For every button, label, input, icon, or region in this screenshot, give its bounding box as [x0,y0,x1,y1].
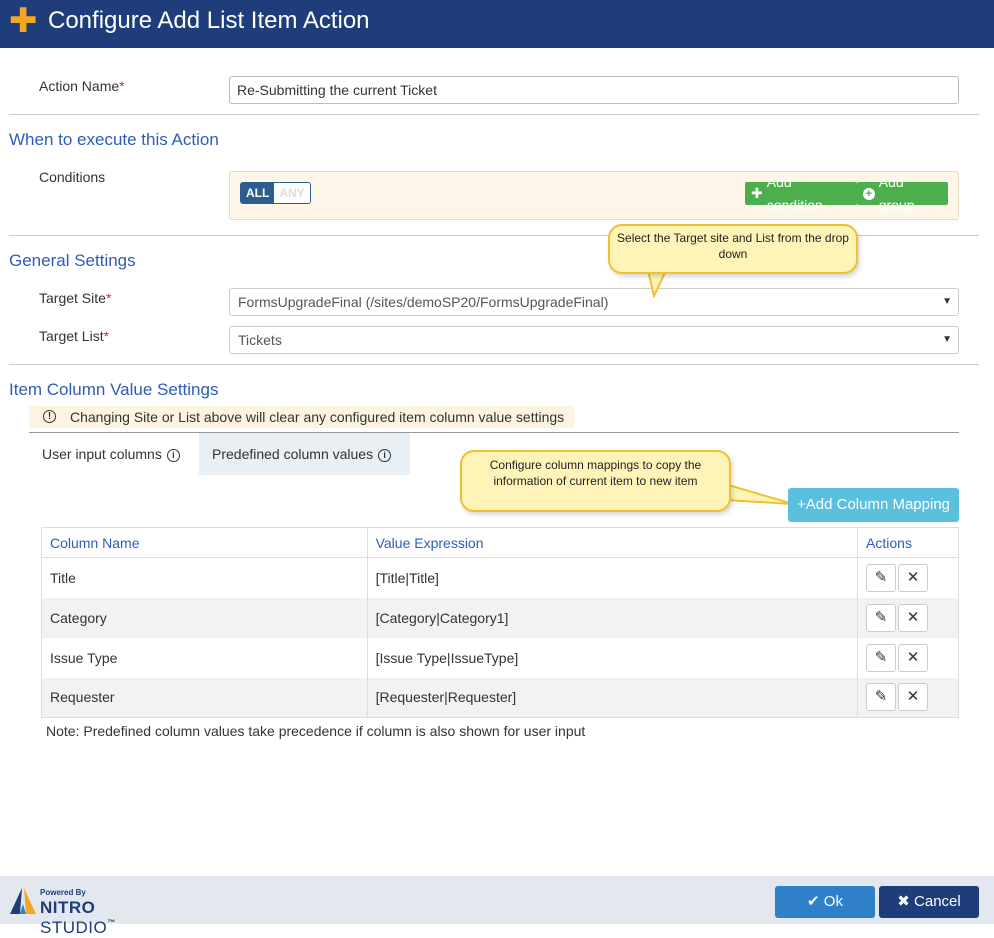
conditions-label: Conditions [39,169,106,185]
delete-x-icon[interactable]: ✕ [898,563,929,592]
column-name-cell: Requester [41,677,368,718]
toggle-any[interactable]: ANY [274,183,310,203]
column-header: Column Name [41,527,368,558]
value-expression-cell: [Issue Type|IssueType] [366,637,859,678]
plus-circle-icon: + [863,187,875,200]
value-expression-cell: [Requester|Requester] [366,677,859,718]
tab-predefined-column-values[interactable]: Predefined column values i [199,433,410,475]
nitro-studio-logo: Powered By NITRO STUDIO™ [8,886,168,937]
divider [9,114,979,115]
exclamation-circle-icon: ! [43,410,56,423]
column-header: Actions [857,527,959,558]
plus-icon: + [796,496,806,513]
divider [9,364,979,365]
table-row: Requester [Requester|Requester] ✎ ✕ [41,677,959,718]
add-group-button[interactable]: + Add group [857,174,948,213]
edit-pencil-icon[interactable]: ✎ [866,683,897,712]
item-section-title: Item Column Value Settings [9,380,219,399]
info-icon: i [378,449,392,462]
value-expression-cell: [Category|Category1] [366,597,859,638]
precedence-note: Note: Predefined column values take prec… [46,723,586,739]
column-name-cell: Category [41,597,368,638]
target-site-label: Target Site* [39,290,112,306]
edit-pencil-icon[interactable]: ✎ [866,563,897,592]
actions-cell: ✎ ✕ [857,597,959,638]
column-name-cell: Issue Type [41,637,368,678]
tab-user-input-columns[interactable]: User input columns i [42,433,180,475]
dialog-title: Configure Add List Item Action [48,7,370,34]
plus-icon: ✚ [751,185,763,201]
actions-cell: ✎ ✕ [857,637,959,678]
actions-cell: ✎ ✕ [857,557,959,598]
dialog-header: ✚ Configure Add List Item Action [0,0,994,48]
warning-text: Changing Site or List above will clear a… [70,409,565,425]
column-mapping-table: Column Name Value Expression Actions Tit… [41,527,959,718]
check-icon: ✔ [807,893,820,910]
plus-icon: ✚ [9,2,38,40]
table-row: Category [Category|Category1] ✎ ✕ [41,597,959,638]
delete-x-icon[interactable]: ✕ [898,643,929,672]
target-list-select[interactable]: Tickets ▼ [229,326,959,354]
cancel-button[interactable]: ✖ Cancel [879,886,979,918]
edit-pencil-icon[interactable]: ✎ [866,603,897,632]
caret-down-icon: ▼ [942,334,952,345]
target-list-value: Tickets [238,332,282,348]
nitro-logo-icon [10,888,36,914]
mapping-callout: Configure column mappings to copy the in… [460,450,731,512]
conditions-box: ALL ANY ✚ Add condition + Add group [229,171,959,220]
target-site-value: FormsUpgradeFinal (/sites/demoSP20/Forms… [238,294,609,310]
add-column-mapping-button[interactable]: +Add Column Mapping [788,488,959,522]
target-site-select[interactable]: FormsUpgradeFinal (/sites/demoSP20/Forms… [229,288,959,316]
callout-pointer [725,482,794,505]
column-header: Value Expression [366,527,859,558]
all-any-toggle[interactable]: ALL ANY [240,182,311,204]
delete-x-icon[interactable]: ✕ [898,603,929,632]
action-name-input[interactable] [229,76,959,104]
close-icon: ✖ [897,893,910,910]
warning-banner: ! Changing Site or List above will clear… [29,406,574,428]
info-icon: i [166,449,180,462]
actions-cell: ✎ ✕ [857,677,959,718]
target-callout: Select the Target site and List from the… [608,224,858,274]
caret-down-icon: ▼ [942,296,952,307]
edit-pencil-icon[interactable]: ✎ [866,643,897,672]
add-condition-button[interactable]: ✚ Add condition [745,174,857,213]
toggle-all[interactable]: ALL [241,183,275,203]
value-expression-cell: [Title|Title] [366,557,859,598]
table-row: Issue Type [Issue Type|IssueType] ✎ ✕ [41,637,959,678]
delete-x-icon[interactable]: ✕ [898,683,929,712]
column-name-cell: Title [41,557,368,598]
general-section-title: General Settings [9,251,136,270]
ok-button[interactable]: ✔ Ok [775,886,875,918]
table-row: Title [Title|Title] ✎ ✕ [41,557,959,598]
action-name-label: Action Name* [39,78,125,94]
required-mark: * [119,78,125,94]
target-list-label: Target List* [39,328,110,344]
when-section-title: When to execute this Action [9,130,219,149]
